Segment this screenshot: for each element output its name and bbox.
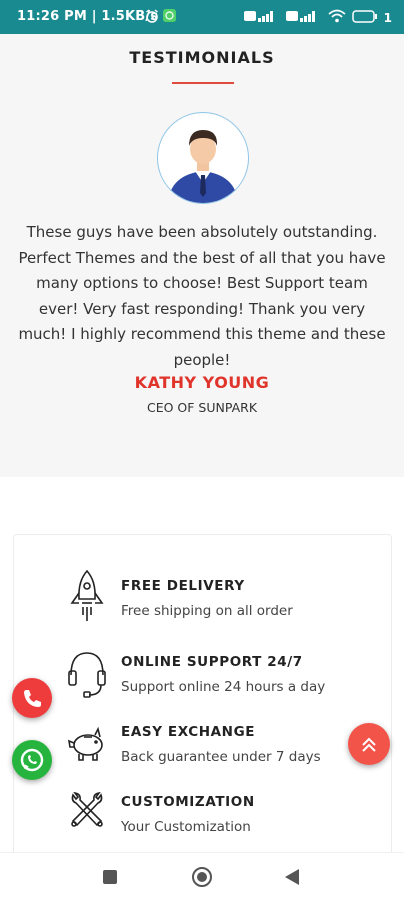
status-time: 11:26 PM | 1.5KB/s [17,9,159,24]
avatar [157,112,249,204]
tools-icon [67,785,107,841]
back-button[interactable] [284,868,300,886]
testimonial-quote: These guys have been absolutely outstand… [18,223,386,369]
testimonial-author: KATHY YOUNG [134,373,270,392]
feature-free-delivery: FREE DELIVERY Free shipping on all order [14,569,391,629]
alarm-icon [144,8,160,28]
features-list: FREE DELIVERY Free shipping on all order… [13,534,392,866]
feature-easy-exchange: EASY EXCHANGE Back guarantee under 7 day… [14,715,391,775]
feature-online-support: ONLINE SUPPORT 24/7 Support online 24 ho… [14,645,391,705]
signal-sim2-icon [285,9,322,26]
testimonials-section: TESTIMONIALS These guys have been absolu… [0,34,404,477]
battery-icon [351,9,378,26]
feature-desc: Free shipping on all order [121,603,293,619]
feature-desc: Back guarantee under 7 days [121,749,321,765]
double-chevron-up-icon [362,737,376,752]
feature-customization: CUSTOMIZATION Your Customization [14,785,391,845]
rocket-icon [67,569,107,625]
feature-title: CUSTOMIZATION [121,794,255,810]
whatsapp-button[interactable] [12,740,52,780]
title-underline [172,82,234,84]
battery-percent: 1 [383,10,392,25]
feature-desc: Support online 24 hours a day [121,679,326,695]
whatsapp-notification-icon [163,9,176,26]
section-title: TESTIMONIALS [129,48,275,67]
call-button[interactable] [12,678,52,718]
feature-desc: Your Customization [121,819,251,835]
headset-icon [67,645,107,701]
feature-title: EASY EXCHANGE [121,724,256,740]
system-nav-bar [0,852,404,901]
testimonial-role: CEO OF SUNPARK [146,400,258,415]
status-bar: 11:26 PM | 1.5KB/s 1 [0,0,404,34]
scroll-to-top-button[interactable] [348,723,390,765]
piggy-bank-icon [67,715,107,771]
wifi-icon [328,9,346,26]
recents-button[interactable] [103,870,117,884]
feature-title: ONLINE SUPPORT 24/7 [121,654,303,670]
feature-title: FREE DELIVERY [121,578,245,594]
phone-icon [24,690,41,707]
home-button[interactable] [191,866,213,888]
whatsapp-icon [20,748,44,772]
signal-sim1-icon [243,9,280,26]
